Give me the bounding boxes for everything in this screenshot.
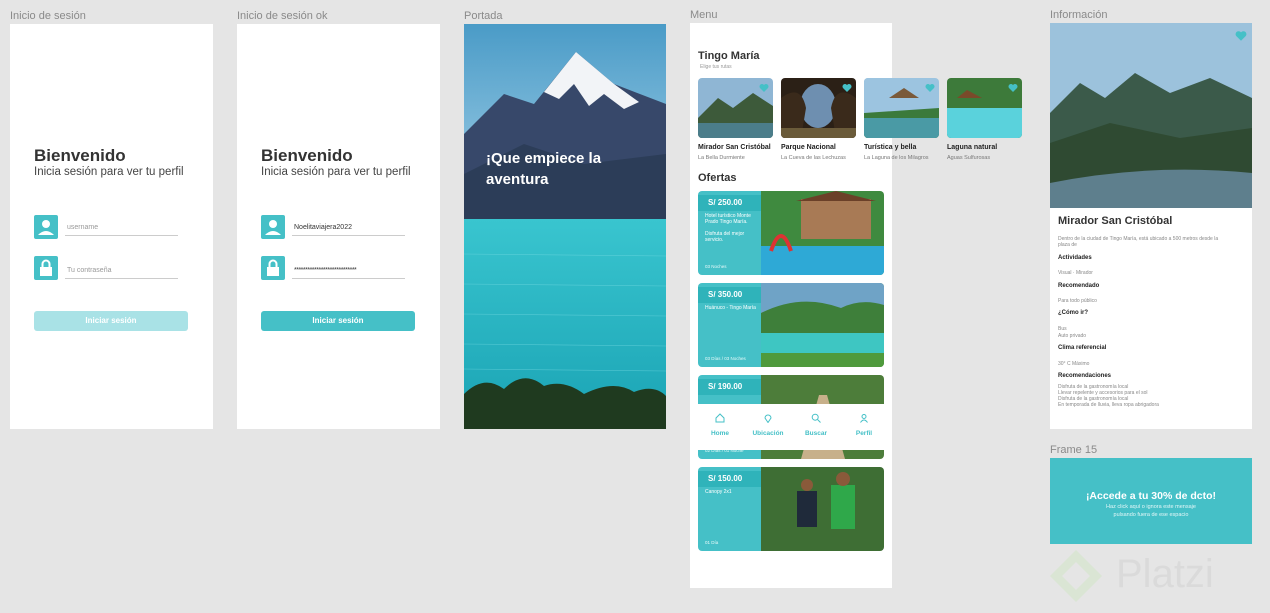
section-text: 30° C Máximo xyxy=(1058,361,1090,367)
lock-icon xyxy=(34,256,58,280)
section-text: Auto privado xyxy=(1058,333,1087,339)
offer-card[interactable]: S/ 350.00 Huánuco - Tingo María 03 Días … xyxy=(698,283,884,367)
info-frame: Mirador San Cristóbal Dentro de la ciuda… xyxy=(1050,23,1252,429)
section-text: Bus xyxy=(1058,326,1067,332)
mirador-image xyxy=(1050,23,1252,208)
place-card-mirador[interactable] xyxy=(698,78,773,138)
login-button[interactable]: Iniciar sesión xyxy=(34,311,188,331)
user-icon xyxy=(34,215,58,239)
offers-title: Ofertas xyxy=(698,172,737,184)
user-icon xyxy=(860,414,868,423)
info-title: Mirador San Cristóbal xyxy=(1058,215,1173,227)
discount-headline: ¡Accede a tu 30% de dcto! xyxy=(1085,490,1217,502)
user-icon xyxy=(261,215,285,239)
section-heading: ¿Cómo ir? xyxy=(1058,310,1088,316)
heart-icon[interactable] xyxy=(842,83,852,93)
discount-banner[interactable]: ¡Accede a tu 30% de dcto! Haz click aquí… xyxy=(1050,458,1252,544)
offer-duration: 01 Día xyxy=(705,540,719,545)
nav-label: Buscar xyxy=(804,430,828,437)
frame-label-menu: Menu xyxy=(690,9,718,21)
place-subtitle: Aguas Sulfurosas xyxy=(947,155,991,161)
hotel-pool-image xyxy=(761,191,884,275)
offer-duration: 03 Noches xyxy=(705,264,727,269)
section-heading: Clima referencial xyxy=(1058,345,1107,351)
nav-location[interactable]: Ubicación xyxy=(745,410,791,437)
place-title: Mirador San Cristóbal xyxy=(698,144,771,151)
heart-icon[interactable] xyxy=(759,83,769,93)
nav-search[interactable]: Buscar xyxy=(793,410,839,437)
place-card-turistica[interactable] xyxy=(864,78,939,138)
frame-label-portada: Portada xyxy=(464,10,503,22)
welcome-title: Bienvenido xyxy=(34,146,126,165)
password-input[interactable]: **************************** xyxy=(292,263,405,279)
place-subtitle: La Cueva de las Lechuzas xyxy=(781,155,846,161)
place-card-laguna[interactable] xyxy=(947,78,1022,138)
nav-label: Home xyxy=(710,430,730,437)
username-input[interactable]: username xyxy=(65,220,178,236)
offer-price: S/ 190.00 xyxy=(698,379,761,395)
discount-line-1: Haz click aquí o ignora este mensaje xyxy=(1106,504,1196,510)
offer-price: S/ 350.00 xyxy=(698,287,761,303)
menu-frame: Tingo María Elige tus rutas Mirador San … xyxy=(690,23,892,588)
username-input[interactable]: Noelitaviajera2022 xyxy=(292,220,405,236)
discount-line-2: pulsando fuera de ese espacio xyxy=(1113,512,1189,518)
portada-frame: ¡Que empiece la aventura xyxy=(464,24,666,429)
nav-label: Perfil xyxy=(855,430,873,437)
platzi-wordmark: Platzi xyxy=(1116,552,1214,596)
info-intro-2: plaza de xyxy=(1058,242,1077,248)
nav-profile[interactable]: Perfil xyxy=(841,410,887,437)
platzi-logo-icon xyxy=(1050,550,1102,602)
heart-icon[interactable] xyxy=(925,83,935,93)
lock-icon xyxy=(261,256,285,280)
frame-label-login-ok: Inicio de sesión ok xyxy=(237,10,328,22)
location-pin-icon xyxy=(764,414,772,424)
frame-label-login: Inicio de sesión xyxy=(10,10,86,22)
place-title: Laguna natural xyxy=(947,144,998,151)
login-frame: Bienvenido Inicia sesión para ver tu per… xyxy=(10,24,213,429)
password-input[interactable]: Tu contraseña xyxy=(65,263,178,279)
login-button[interactable]: Iniciar sesión xyxy=(261,311,415,331)
nav-home[interactable]: Home xyxy=(697,410,743,437)
place-title: Turística y bella xyxy=(864,144,917,151)
offer-price: S/ 250.00 xyxy=(698,195,761,211)
offer-card[interactable]: S/ 150.00 Canopy 2x1 01 Día xyxy=(698,467,884,551)
place-card-parque[interactable] xyxy=(781,78,856,138)
place-subtitle: La Laguna de los Milagros xyxy=(864,155,929,161)
home-icon xyxy=(715,413,725,423)
mountain-lake-image xyxy=(464,24,666,429)
offer-duration: 03 Días / 03 Noches xyxy=(705,356,746,361)
frame-label-frame15: Frame 15 xyxy=(1050,444,1098,456)
section-heading: Recomendado xyxy=(1058,283,1100,289)
river-image xyxy=(761,283,884,367)
nav-label: Ubicación xyxy=(752,430,784,437)
heart-icon[interactable] xyxy=(1235,30,1247,42)
bottom-nav: Home Ubicación Buscar Perfil xyxy=(690,404,892,450)
welcome-subtitle: Inicia sesión para ver tu perfil xyxy=(261,166,411,178)
place-title: Parque Nacional xyxy=(781,144,836,151)
offer-description: Canopy 2x1 xyxy=(705,489,732,495)
offer-card[interactable]: S/ 250.00 Hotel turístico Monte Prado Ti… xyxy=(698,191,884,275)
section-heading: Recomendaciones xyxy=(1058,373,1112,379)
search-icon xyxy=(811,413,821,423)
city-subtitle: Elige tus rutas xyxy=(700,64,732,70)
place-subtitle: La Bella Durmiente xyxy=(698,155,745,161)
offer-description: Hotel turístico Monte Prado Tingo María.… xyxy=(705,213,751,243)
section-text: Para todo público xyxy=(1058,298,1097,304)
section-text: Visual · Mirador xyxy=(1058,270,1093,276)
info-intro: Dentro de la ciudad de Tingo María, está… xyxy=(1058,236,1219,242)
portada-headline: ¡Que empiece la aventura xyxy=(486,150,602,188)
offer-description: Huánuco - Tingo María xyxy=(705,305,756,311)
frame-label-info: Información xyxy=(1050,9,1108,21)
login-ok-frame: Bienvenido Inicia sesión para ver tu per… xyxy=(237,24,440,429)
welcome-subtitle: Inicia sesión para ver tu perfil xyxy=(34,166,184,178)
canopy-image xyxy=(761,467,884,551)
section-text: En temporada de lluvia, lleva ropa abrig… xyxy=(1058,402,1159,408)
heart-icon[interactable] xyxy=(1008,83,1018,93)
welcome-title: Bienvenido xyxy=(261,146,353,165)
platzi-watermark: Platzi xyxy=(1046,544,1258,610)
offer-price: S/ 150.00 xyxy=(698,471,761,487)
section-heading: Actividades xyxy=(1058,255,1092,261)
city-title: Tingo María xyxy=(698,50,760,62)
